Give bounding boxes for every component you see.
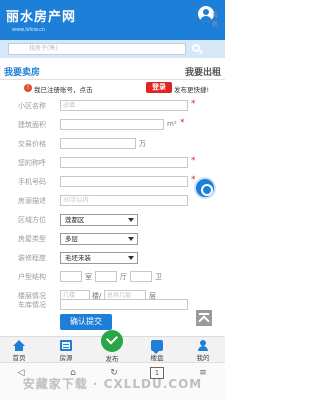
price-unit: 万: [139, 140, 146, 148]
login-notice: ! 我已注册账号，点击 登录 发布更快捷!: [0, 82, 225, 96]
nav-forum-label: 楼盘: [150, 354, 164, 362]
layout-label: 户型结构: [18, 273, 46, 281]
bath-input[interactable]: [130, 271, 152, 282]
search-input[interactable]: 找房子(售): [8, 43, 186, 55]
area-input[interactable]: [60, 119, 164, 130]
price-input[interactable]: [60, 138, 136, 149]
required-mark: *: [191, 156, 196, 166]
decoration-value: 毛坯未装: [65, 254, 91, 262]
search-bar: 找房子(售): [0, 40, 225, 58]
notice-text-after: 发布更快捷!: [174, 86, 210, 94]
member-label: 会员: [211, 12, 218, 28]
chevron-down-icon: [128, 218, 134, 222]
user-icon: [197, 340, 209, 351]
nav-listings[interactable]: 房源: [51, 340, 81, 362]
room-input[interactable]: [60, 271, 82, 282]
form-row-house-type: 房屋类型 多层: [0, 232, 225, 246]
home-icon: [13, 340, 25, 351]
hall-input[interactable]: [95, 271, 117, 282]
nav-listings-label: 房源: [59, 354, 73, 362]
app-header: 丽水房产网 www.lsfcw.cn 会员: [0, 0, 225, 40]
form-row-layout: 户型结构 室 厅 卫: [0, 270, 225, 284]
tab-bar: 我要卖房 我要出租: [0, 60, 225, 80]
area-unit: m²: [167, 120, 177, 128]
form-row-desc: 房源描述 30字以内: [0, 194, 225, 208]
bath-unit: 卫: [155, 273, 162, 281]
publish-icon: [101, 330, 123, 352]
floating-service-icon[interactable]: [194, 177, 216, 199]
district-value: 莲都区: [65, 216, 85, 224]
search-button[interactable]: [188, 42, 206, 56]
required-mark: *: [191, 99, 196, 109]
nav-mine-label: 我的: [196, 354, 210, 362]
submit-button[interactable]: 确认提交: [60, 314, 112, 330]
hall-unit: 厅: [120, 273, 127, 281]
nav-mine[interactable]: 我的: [188, 340, 218, 362]
nav-home[interactable]: 首页: [4, 340, 34, 362]
nav-home-label: 首页: [12, 354, 26, 362]
chevron-down-icon: [128, 256, 134, 260]
district-label: 区域方位: [18, 216, 46, 224]
form-row-area: 建筑面积 m² *: [0, 118, 225, 132]
tab-sell-house[interactable]: 我要卖房: [4, 65, 40, 78]
house-type-label: 房屋类型: [18, 235, 46, 243]
search-icon-handle: [198, 49, 204, 55]
phone-label: 手机号码: [18, 178, 46, 186]
form-row-price: 交易价格 万: [0, 137, 225, 151]
house-type-value: 多层: [65, 235, 78, 243]
site-logo[interactable]: 丽水房产网: [6, 6, 76, 25]
site-url: www.lsfcw.cn: [12, 27, 46, 33]
community-input[interactable]: 必填: [60, 100, 188, 111]
price-label: 交易价格: [18, 140, 46, 148]
form-row-garage: 车库情况: [0, 298, 225, 312]
community-label: 小区名称: [18, 102, 46, 110]
login-button[interactable]: 登录: [146, 82, 172, 93]
chevron-down-icon: [128, 237, 134, 241]
form-row-decoration: 装修程度 毛坯未装: [0, 251, 225, 265]
notice-text-before: 我已注册账号，点击: [34, 86, 93, 94]
tab-rent-house[interactable]: 我要出租: [185, 65, 221, 78]
nav-publish[interactable]: 发布: [98, 330, 126, 363]
name-input[interactable]: [60, 157, 188, 168]
phone-input[interactable]: [60, 176, 188, 187]
decoration-select[interactable]: 毛坯未装: [60, 252, 138, 264]
district-select[interactable]: 莲都区: [60, 214, 138, 226]
info-icon: !: [24, 84, 32, 92]
chat-icon: [151, 340, 163, 354]
watermark: 安藏家下载 · CXLLDU.COM: [22, 377, 203, 391]
garage-input[interactable]: [60, 299, 188, 310]
listings-icon: [60, 340, 72, 351]
room-unit: 室: [85, 273, 92, 281]
form-row-name: 您的称呼 *: [0, 156, 225, 170]
desc-label: 房源描述: [18, 197, 46, 205]
decoration-label: 装修程度: [18, 254, 46, 262]
area-label: 建筑面积: [18, 121, 46, 129]
form-row-phone: 手机号码 *: [0, 175, 225, 189]
back-to-top-icon[interactable]: [196, 310, 212, 326]
required-mark: *: [180, 118, 185, 128]
name-label: 您的称呼: [18, 159, 46, 167]
nav-forum[interactable]: 楼盘: [142, 340, 172, 362]
member-button[interactable]: 会员: [193, 6, 219, 28]
form-row-district: 区域方位 莲都区: [0, 213, 225, 227]
form-row-community: 小区名称 必填 *: [0, 99, 225, 113]
garage-label: 车库情况: [18, 301, 46, 309]
desc-input[interactable]: 30字以内: [60, 195, 188, 206]
house-type-select[interactable]: 多层: [60, 233, 138, 245]
